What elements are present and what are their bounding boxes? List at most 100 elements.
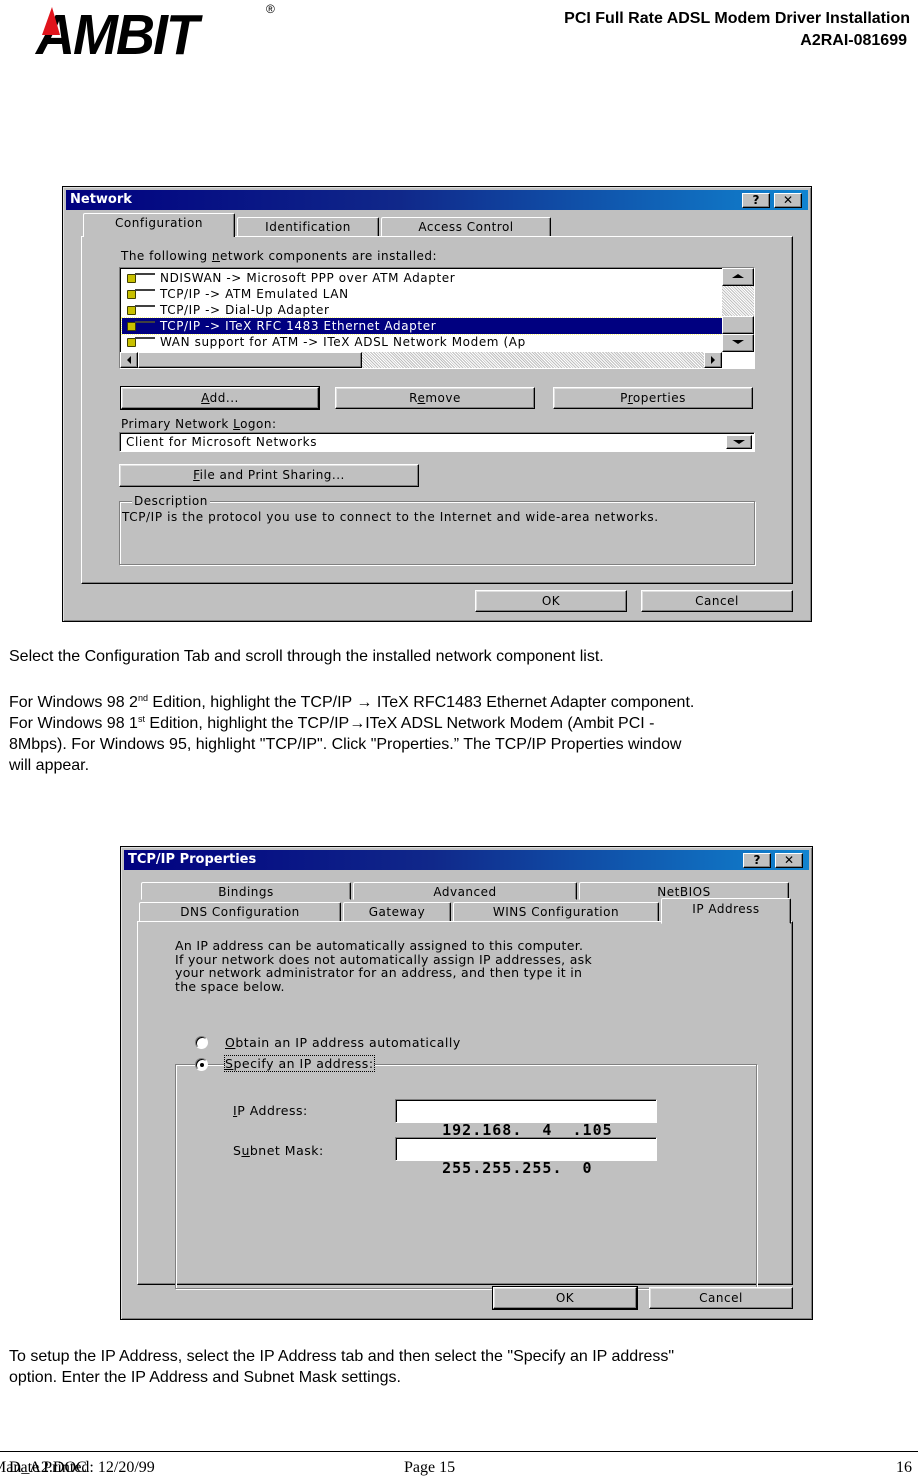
tab-identification[interactable]: Identification <box>237 217 379 237</box>
components-label: The following network components are ins… <box>121 249 438 263</box>
ok-button[interactable]: OK <box>475 590 627 612</box>
instruction-paragraph-1: Select the Configuration Tab and scroll … <box>9 648 604 665</box>
document-header: PCI Full Rate ADSL Modem Driver Installa… <box>564 8 910 52</box>
dialog-title: TCP/IP Properties <box>128 852 257 867</box>
ip-info-text: An IP address can be automatically assig… <box>175 939 592 993</box>
vertical-scrollbar[interactable] <box>722 268 754 352</box>
obtain-ip-radio[interactable] <box>195 1036 208 1049</box>
description-groupbox: Description TCP/IP is the protocol you u… <box>119 494 755 565</box>
tab-configuration[interactable]: Configuration <box>83 213 235 237</box>
component-label: TCP/IP -> ITeX RFC 1483 Ethernet Adapter <box>160 319 437 333</box>
primary-logon-select[interactable]: Client for Microsoft Networks <box>119 432 755 452</box>
close-button[interactable]: ✕ <box>774 193 802 208</box>
scroll-h-thumb[interactable] <box>138 352 362 368</box>
component-list-item[interactable]: NDISWAN -> Microsoft PPP over ATM Adapte… <box>122 270 722 286</box>
ip-address-input[interactable]: 192.168. 4 .105 <box>395 1099 657 1139</box>
description-legend: Description <box>132 494 210 508</box>
info-line: An IP address can be automatically assig… <box>175 938 584 953</box>
subnet-mask-label: Subnet Mask: <box>233 1143 324 1158</box>
component-label: TCP/IP -> ATM Emulated LAN <box>160 287 349 301</box>
footer-doc-name: Man_A2.DOC 16 <box>0 1459 912 1476</box>
help-button[interactable]: ? <box>742 193 770 208</box>
properties-button[interactable]: Properties <box>553 387 753 409</box>
close-icon: ✕ <box>782 193 794 207</box>
subnet-mask-input[interactable]: 255.255.255. 0 <box>395 1137 657 1177</box>
help-icon: ? <box>753 853 761 867</box>
network-dialog-titlebar: Network ? ✕ <box>66 190 808 210</box>
instruction-paragraph-2: For Windows 98 2nd Edition, highlight th… <box>9 692 694 776</box>
tcpip-dialog-titlebar: TCP/IP Properties ? ✕ <box>124 850 809 870</box>
scroll-right-button[interactable] <box>704 352 722 368</box>
chevron-down-icon <box>733 440 745 444</box>
cancel-button[interactable]: Cancel <box>641 590 793 612</box>
ip-address-label: IP Address: <box>233 1103 308 1118</box>
component-list-item[interactable]: TCP/IP -> Dial-Up Adapter <box>122 302 722 318</box>
registered-mark: ® <box>266 2 275 16</box>
scroll-left-button[interactable] <box>120 352 138 368</box>
document-code: A2RAI-081699 <box>800 32 907 49</box>
component-list-item[interactable]: TCP/IP -> ITeX RFC 1483 Ethernet Adapter <box>121 317 723 335</box>
para3-line2: option. Enter the IP Address and Subnet … <box>9 1369 401 1386</box>
radio-selected-dot <box>200 1063 204 1067</box>
scroll-thumb[interactable] <box>722 316 754 334</box>
component-list-item[interactable]: TCP/IP -> ATM Emulated LAN <box>122 286 722 302</box>
specify-ip-label[interactable]: Specify an IP address: <box>224 1055 375 1072</box>
help-icon: ? <box>752 193 760 207</box>
arrow-down-icon <box>732 340 744 344</box>
footer-overlap-digits: 16 <box>896 1459 912 1476</box>
close-icon: ✕ <box>783 853 795 867</box>
add-button[interactable]: Add... <box>120 386 320 410</box>
component-list-item[interactable]: WAN support for ATM -> ITeX ADSL Network… <box>122 334 722 350</box>
scroll-down-button[interactable] <box>722 334 754 352</box>
ambit-logo: AMBIT ® <box>30 2 275 67</box>
obtain-ip-label[interactable]: Obtain an IP address automatically <box>225 1035 461 1050</box>
components-list[interactable]: NDISWAN -> Microsoft PPP over ATM Adapte… <box>119 267 755 369</box>
network-adapter-icon <box>125 304 155 316</box>
para2-line2: For Windows 98 1st Edition, highlight th… <box>9 714 655 733</box>
tab-ip-address[interactable]: IP Address <box>661 898 791 924</box>
cancel-button[interactable]: Cancel <box>649 1287 793 1309</box>
component-label: NDISWAN -> Microsoft PPP over ATM Adapte… <box>160 271 456 285</box>
network-adapter-icon <box>125 320 155 332</box>
tab-advanced[interactable]: Advanced <box>353 882 577 900</box>
dialog-title: Network <box>70 192 132 207</box>
file-print-sharing-button[interactable]: File and Print Sharing... <box>119 464 419 487</box>
specify-ip-radio[interactable] <box>195 1058 208 1071</box>
ok-button[interactable]: OK <box>492 1286 638 1310</box>
tab-label: Access Control <box>418 220 514 234</box>
primary-logon-label: Primary Network Logon: <box>121 417 277 431</box>
instruction-paragraph-3: To setup the IP Address, select the IP A… <box>9 1346 674 1388</box>
network-adapter-icon <box>125 272 155 284</box>
logo-accent-triangle <box>42 7 60 35</box>
tab-label: Configuration <box>115 216 203 230</box>
para2-line3: 8Mbps). For Windows 95, highlight "TCP/I… <box>9 736 682 753</box>
network-adapter-icon <box>125 288 155 300</box>
help-button[interactable]: ? <box>743 853 771 868</box>
network-dialog: Network ? ✕ Configuration Identification… <box>62 186 812 622</box>
tab-dns-configuration[interactable]: DNS Configuration <box>139 902 341 922</box>
info-line: your network administrator for an addres… <box>175 965 583 980</box>
logo-wordmark: AMBIT <box>36 3 199 67</box>
para2-line1: For Windows 98 2nd Edition, highlight th… <box>9 693 695 712</box>
dropdown-button[interactable] <box>726 435 752 449</box>
arrow-up-icon <box>732 274 744 278</box>
arrow-left-icon <box>127 356 131 364</box>
close-button[interactable]: ✕ <box>775 853 803 868</box>
para2-line4: will appear. <box>9 757 90 774</box>
horizontal-scrollbar[interactable] <box>120 352 722 368</box>
tcpip-properties-dialog: TCP/IP Properties ? ✕ Bindings Advanced … <box>120 846 813 1320</box>
info-line: the space below. <box>175 978 285 994</box>
para3-line1: To setup the IP Address, select the IP A… <box>9 1348 675 1365</box>
footer-divider <box>0 1451 918 1452</box>
tab-gateway[interactable]: Gateway <box>343 902 451 922</box>
network-adapter-icon <box>125 336 155 348</box>
tab-wins-configuration[interactable]: WINS Configuration <box>453 902 659 922</box>
tab-label: Identification <box>265 220 351 234</box>
scroll-up-button[interactable] <box>722 268 754 286</box>
remove-button[interactable]: Remove <box>335 387 535 409</box>
tab-bindings[interactable]: Bindings <box>141 882 351 900</box>
tab-access-control[interactable]: Access Control <box>381 217 551 237</box>
description-text: TCP/IP is the protocol you use to connec… <box>122 510 659 524</box>
primary-logon-value: Client for Microsoft Networks <box>126 435 318 449</box>
component-label: WAN support for ATM -> ITeX ADSL Network… <box>160 335 526 349</box>
